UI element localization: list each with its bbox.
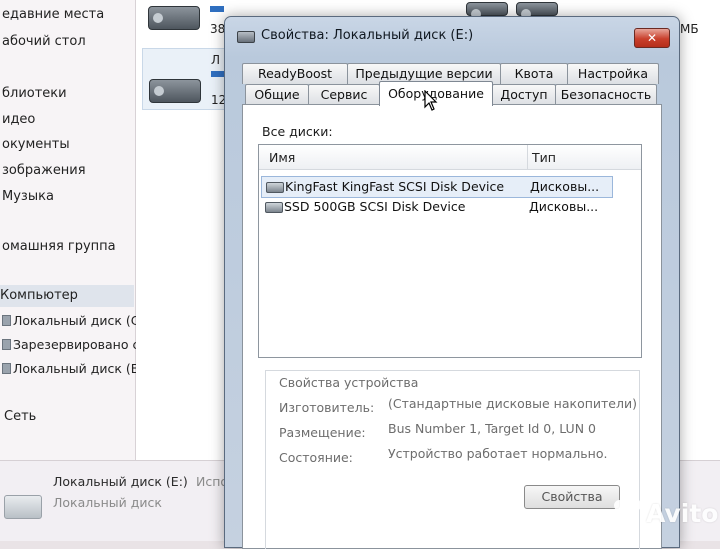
tab-general[interactable]: Общие (245, 84, 309, 105)
drive-usage-bar (210, 6, 224, 12)
drive-icon (2, 339, 11, 350)
all-disks-label: Все диски: (262, 124, 333, 139)
drive-tile-e[interactable]: Л 12 (142, 48, 228, 110)
close-icon: ✕ (646, 31, 658, 45)
column-header-type[interactable]: Тип (532, 150, 556, 165)
disk-row-ssd[interactable]: SSD 500GB SCSI Disk Device Дисковы... (261, 197, 611, 217)
drive-usage-bar (211, 71, 225, 77)
disk-device-icon (266, 182, 284, 193)
nav-item-drive-e-label: Локальный диск (E: (13, 361, 143, 376)
navigation-pane: едавние места абочий стол блиотеки идео … (0, 0, 143, 460)
nav-item-computer-label: Компьютер (0, 288, 78, 303)
tab-security[interactable]: Безопасность (555, 84, 657, 105)
nav-item-drive-e[interactable]: Локальный диск (E: (2, 358, 143, 380)
mouse-cursor-icon (424, 90, 438, 111)
drive-tile-name: Л (211, 53, 221, 67)
disk-name: SSD 500GB SCSI Disk Device (284, 199, 466, 214)
properties-dialog: Свойства: Локальный диск (E:) ✕ ReadyBoo… (224, 16, 680, 549)
nav-item-desktop[interactable]: абочий стол (2, 31, 86, 53)
nav-item-drive-c[interactable]: Локальный диск (С (2, 310, 140, 332)
hard-drive-icon (516, 2, 558, 19)
nav-item-images[interactable]: зображения (2, 160, 86, 182)
manufacturer-value: (Стандартные дисковые накопители) (388, 396, 637, 411)
nav-item-documents[interactable]: окументы (2, 134, 70, 156)
dialog-titlebar[interactable]: Свойства: Локальный диск (E:) ✕ (225, 17, 679, 55)
disk-row-kingfast[interactable]: KingFast KingFast SCSI Disk Device Диско… (261, 176, 613, 198)
disk-type: Дисковы... (529, 199, 599, 214)
nav-item-homegroup[interactable]: омашняя группа (2, 236, 116, 258)
avito-watermark: Avito (612, 498, 718, 528)
details-drive-name: Локальный диск (E:) (53, 474, 188, 489)
nav-item-video[interactable]: идео (2, 109, 35, 131)
hard-drive-icon (148, 6, 200, 30)
close-button[interactable]: ✕ (634, 28, 670, 48)
avito-logo-icon (612, 498, 642, 528)
status-label: Состояние: (279, 450, 353, 465)
nav-item-reserved[interactable]: Зарезервировано с (2, 334, 139, 356)
nav-item-libraries[interactable]: блиотеки (2, 83, 67, 105)
nav-item-reserved-label: Зарезервировано с (13, 337, 140, 352)
avito-logo-text: Avito (646, 498, 719, 528)
nav-item-recent-places[interactable]: едавние места (2, 4, 104, 26)
disk-device-icon (265, 202, 283, 213)
dialog-title: Свойства: Локальный диск (E:) (261, 28, 474, 43)
hard-drive-icon (4, 495, 42, 519)
tab-quota[interactable]: Квота (500, 63, 568, 84)
disk-type: Дисковы... (530, 179, 600, 194)
tab-tools[interactable]: Сервис (308, 84, 380, 105)
nav-item-network[interactable]: Сеть (4, 406, 36, 428)
right-size-text: МБ (680, 22, 699, 36)
drive1-size-text: 38 (210, 22, 226, 36)
drive-icon (2, 363, 11, 374)
device-properties-heading: Свойства устройства (279, 375, 419, 390)
disk-list-header: Имя Тип (259, 145, 641, 170)
drive-icon (237, 31, 255, 43)
column-separator[interactable] (527, 145, 528, 169)
status-value: Устройство работает нормально. (388, 446, 608, 461)
disk-list[interactable]: Имя Тип KingFast KingFast SCSI Disk Devi… (258, 144, 642, 358)
hard-drive-icon (466, 2, 508, 19)
drive-icon (2, 315, 11, 326)
nav-item-computer[interactable]: Компьютер (0, 285, 134, 307)
tab-customize[interactable]: Настройка (567, 63, 659, 84)
hard-drive-icon (149, 79, 201, 103)
tab-sharing[interactable]: Доступ (492, 84, 556, 105)
location-label: Размещение: (279, 425, 366, 440)
manufacturer-label: Изготовитель: (279, 400, 375, 415)
details-drive-type: Локальный диск (53, 495, 162, 510)
location-value: Bus Number 1, Target Id 0, LUN 0 (388, 421, 596, 436)
nav-item-drive-c-label: Локальный диск (С (13, 313, 140, 328)
column-header-name[interactable]: Имя (269, 150, 295, 165)
device-properties-button[interactable]: Свойства (524, 485, 620, 509)
nav-item-music[interactable]: Музыка (2, 186, 54, 208)
hardware-tab-panel: Все диски: Имя Тип KingFast KingFast SCS… (242, 104, 662, 549)
disk-name: KingFast KingFast SCSI Disk Device (285, 179, 505, 194)
tab-readyboost[interactable]: ReadyBoost (242, 63, 348, 84)
